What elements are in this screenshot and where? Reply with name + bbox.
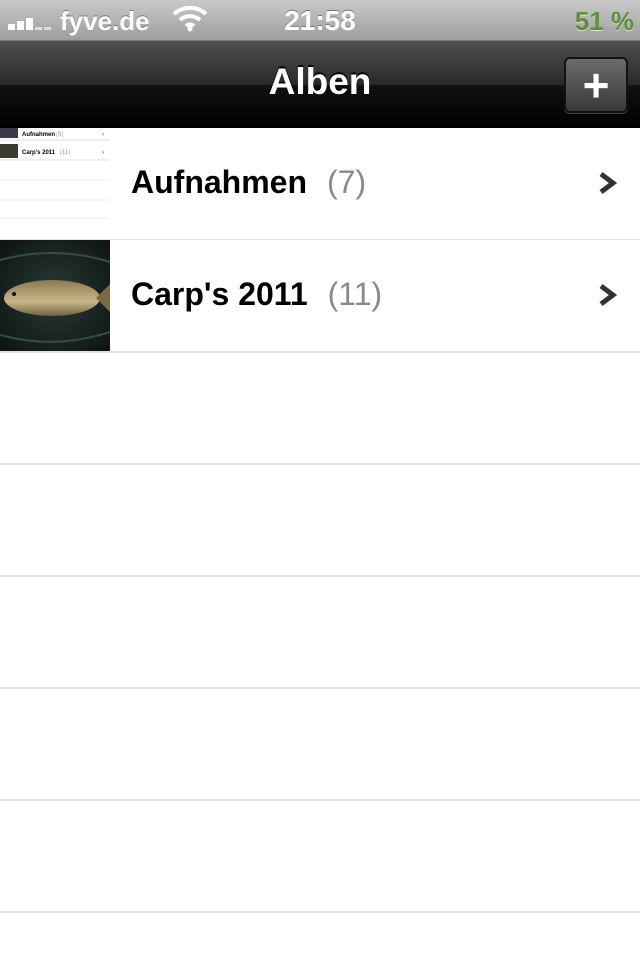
thumb-mini-count: (5) bbox=[56, 132, 63, 138]
album-row-aufnahmen[interactable]: Aufnahmen (5) Carp's 2011 (11) › › Aufna… bbox=[0, 128, 640, 241]
page-title: Alben bbox=[268, 61, 372, 102]
empty-row bbox=[0, 464, 640, 577]
status-bar: fyve.de 21:58 51 % bbox=[0, 0, 640, 40]
thumb-mini-name: Aufnahmen bbox=[22, 132, 55, 138]
album-name: Carp's 2011 bbox=[131, 276, 308, 312]
chevron-right-icon bbox=[599, 172, 618, 194]
empty-row bbox=[0, 800, 640, 913]
album-title: Carp's 2011 (11) bbox=[131, 276, 382, 313]
navigation-bar: Alben + bbox=[0, 40, 640, 128]
empty-row bbox=[0, 576, 640, 689]
empty-row bbox=[0, 352, 640, 465]
thumb-mini-name: Carp's 2011 bbox=[22, 150, 56, 156]
screenshot-thumbnail-icon: Aufnahmen (5) Carp's 2011 (11) › › bbox=[0, 128, 110, 239]
album-title: Aufnahmen (7) bbox=[131, 164, 366, 201]
album-name: Aufnahmen bbox=[131, 164, 307, 200]
svg-text:›: › bbox=[102, 150, 104, 156]
add-album-button[interactable]: + bbox=[564, 57, 628, 113]
clock: 21:58 bbox=[284, 5, 356, 36]
album-row-carps-2011[interactable]: Carp's 2011 (11) bbox=[0, 240, 640, 353]
battery-level: 51 % bbox=[574, 6, 634, 36]
thumb-mini-count: (11) bbox=[60, 150, 70, 156]
album-count: (11) bbox=[327, 276, 383, 312]
empty-row bbox=[0, 688, 640, 801]
chevron-right-icon bbox=[599, 284, 618, 306]
carp-photo-icon bbox=[0, 240, 110, 351]
album-count: (7) bbox=[327, 164, 367, 200]
plus-icon: + bbox=[582, 59, 610, 111]
album-thumbnail bbox=[0, 240, 110, 351]
album-thumbnail: Aufnahmen (5) Carp's 2011 (11) › › bbox=[0, 128, 110, 239]
svg-text:›: › bbox=[102, 132, 104, 138]
